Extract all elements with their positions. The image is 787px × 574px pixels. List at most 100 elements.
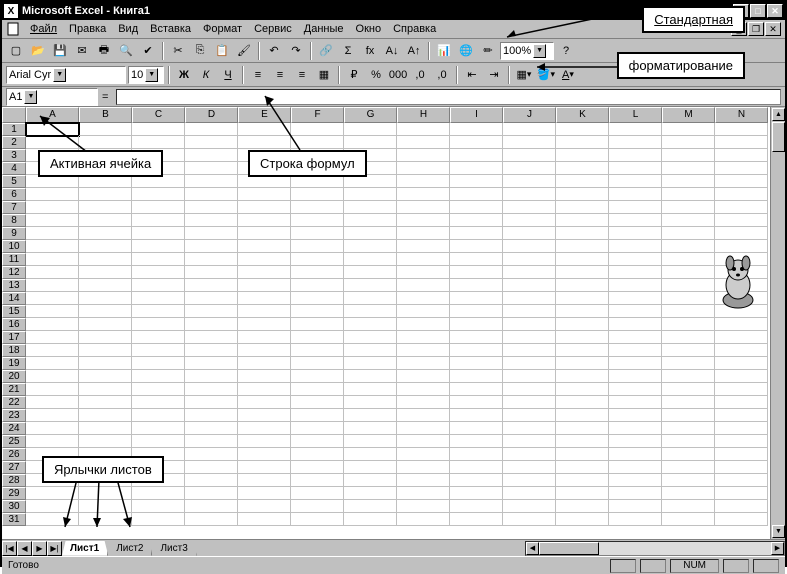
cell-M8[interactable] bbox=[662, 214, 715, 227]
cell-G4[interactable] bbox=[344, 162, 397, 175]
cell-N30[interactable] bbox=[715, 500, 768, 513]
cell-J26[interactable] bbox=[503, 448, 556, 461]
cell-H21[interactable] bbox=[397, 383, 450, 396]
cell-L24[interactable] bbox=[609, 422, 662, 435]
cell-C14[interactable] bbox=[132, 292, 185, 305]
dec-decimal-icon[interactable]: ,0 bbox=[432, 65, 452, 85]
row-header-25[interactable]: 25 bbox=[2, 435, 26, 448]
sum-icon[interactable]: Σ bbox=[338, 41, 358, 61]
cell-D9[interactable] bbox=[185, 227, 238, 240]
cell-F20[interactable] bbox=[291, 370, 344, 383]
cell-H4[interactable] bbox=[397, 162, 450, 175]
cell-A17[interactable] bbox=[26, 331, 79, 344]
cell-J21[interactable] bbox=[503, 383, 556, 396]
drawing-icon[interactable]: ✏ bbox=[478, 41, 498, 61]
row-header-30[interactable]: 30 bbox=[2, 500, 26, 513]
row-header-23[interactable]: 23 bbox=[2, 409, 26, 422]
cell-J15[interactable] bbox=[503, 305, 556, 318]
cell-F10[interactable] bbox=[291, 240, 344, 253]
cell-B2[interactable] bbox=[79, 136, 132, 149]
row-header-13[interactable]: 13 bbox=[2, 279, 26, 292]
open-icon[interactable]: 📂 bbox=[28, 41, 48, 61]
bold-icon[interactable]: Ж bbox=[174, 65, 194, 85]
cell-K11[interactable] bbox=[556, 253, 609, 266]
mail-icon[interactable]: ✉ bbox=[72, 41, 92, 61]
cell-K12[interactable] bbox=[556, 266, 609, 279]
cell-I13[interactable] bbox=[450, 279, 503, 292]
cell-G30[interactable] bbox=[344, 500, 397, 513]
italic-icon[interactable]: К bbox=[196, 65, 216, 85]
cell-I8[interactable] bbox=[450, 214, 503, 227]
col-header-E[interactable]: E bbox=[238, 107, 291, 123]
cell-I24[interactable] bbox=[450, 422, 503, 435]
align-center-icon[interactable]: ≡ bbox=[270, 65, 290, 85]
chevron-down-icon[interactable]: ▼ bbox=[533, 44, 546, 58]
cell-H6[interactable] bbox=[397, 188, 450, 201]
cell-L21[interactable] bbox=[609, 383, 662, 396]
cell-C13[interactable] bbox=[132, 279, 185, 292]
cell-J7[interactable] bbox=[503, 201, 556, 214]
cell-M24[interactable] bbox=[662, 422, 715, 435]
cell-F12[interactable] bbox=[291, 266, 344, 279]
map-icon[interactable]: 🌐 bbox=[456, 41, 476, 61]
cell-I5[interactable] bbox=[450, 175, 503, 188]
row-header-14[interactable]: 14 bbox=[2, 292, 26, 305]
cell-D24[interactable] bbox=[185, 422, 238, 435]
cell-C29[interactable] bbox=[132, 487, 185, 500]
inc-indent-icon[interactable]: ⇥ bbox=[484, 65, 504, 85]
cell-A4[interactable] bbox=[26, 162, 79, 175]
name-box[interactable]: A1 ▼ bbox=[6, 88, 98, 106]
row-header-3[interactable]: 3 bbox=[2, 149, 26, 162]
cell-L15[interactable] bbox=[609, 305, 662, 318]
cell-E24[interactable] bbox=[238, 422, 291, 435]
cell-M11[interactable] bbox=[662, 253, 715, 266]
cell-B13[interactable] bbox=[79, 279, 132, 292]
cell-K8[interactable] bbox=[556, 214, 609, 227]
cell-M27[interactable] bbox=[662, 461, 715, 474]
cell-A18[interactable] bbox=[26, 344, 79, 357]
cell-L26[interactable] bbox=[609, 448, 662, 461]
sort-desc-icon[interactable]: A↑ bbox=[404, 41, 424, 61]
cell-D16[interactable] bbox=[185, 318, 238, 331]
cell-A20[interactable] bbox=[26, 370, 79, 383]
cell-M28[interactable] bbox=[662, 474, 715, 487]
cut-icon[interactable]: ✂ bbox=[168, 41, 188, 61]
cell-K10[interactable] bbox=[556, 240, 609, 253]
cell-H14[interactable] bbox=[397, 292, 450, 305]
cell-L30[interactable] bbox=[609, 500, 662, 513]
cell-M30[interactable] bbox=[662, 500, 715, 513]
cell-H18[interactable] bbox=[397, 344, 450, 357]
cell-E4[interactable] bbox=[238, 162, 291, 175]
cell-I6[interactable] bbox=[450, 188, 503, 201]
cell-L11[interactable] bbox=[609, 253, 662, 266]
cell-M3[interactable] bbox=[662, 149, 715, 162]
row-header-17[interactable]: 17 bbox=[2, 331, 26, 344]
cell-F13[interactable] bbox=[291, 279, 344, 292]
cell-L23[interactable] bbox=[609, 409, 662, 422]
cell-G21[interactable] bbox=[344, 383, 397, 396]
sheet-tab-3[interactable]: Лист3 bbox=[152, 541, 196, 556]
cell-I1[interactable] bbox=[450, 123, 503, 136]
inc-decimal-icon[interactable]: ,0 bbox=[410, 65, 430, 85]
cell-N2[interactable] bbox=[715, 136, 768, 149]
cell-E3[interactable] bbox=[238, 149, 291, 162]
cell-F4[interactable] bbox=[291, 162, 344, 175]
menu-help[interactable]: Справка bbox=[387, 22, 442, 36]
cell-C7[interactable] bbox=[132, 201, 185, 214]
cell-B12[interactable] bbox=[79, 266, 132, 279]
cell-B14[interactable] bbox=[79, 292, 132, 305]
cell-A30[interactable] bbox=[26, 500, 79, 513]
cell-B16[interactable] bbox=[79, 318, 132, 331]
cell-L2[interactable] bbox=[609, 136, 662, 149]
sheet-tab-1[interactable]: Лист1 bbox=[62, 541, 108, 556]
cell-G8[interactable] bbox=[344, 214, 397, 227]
cell-J3[interactable] bbox=[503, 149, 556, 162]
cell-D28[interactable] bbox=[185, 474, 238, 487]
row-header-19[interactable]: 19 bbox=[2, 357, 26, 370]
cell-C21[interactable] bbox=[132, 383, 185, 396]
cell-A29[interactable] bbox=[26, 487, 79, 500]
cell-J27[interactable] bbox=[503, 461, 556, 474]
menu-edit[interactable]: Правка bbox=[63, 22, 112, 36]
cell-F25[interactable] bbox=[291, 435, 344, 448]
cell-A24[interactable] bbox=[26, 422, 79, 435]
